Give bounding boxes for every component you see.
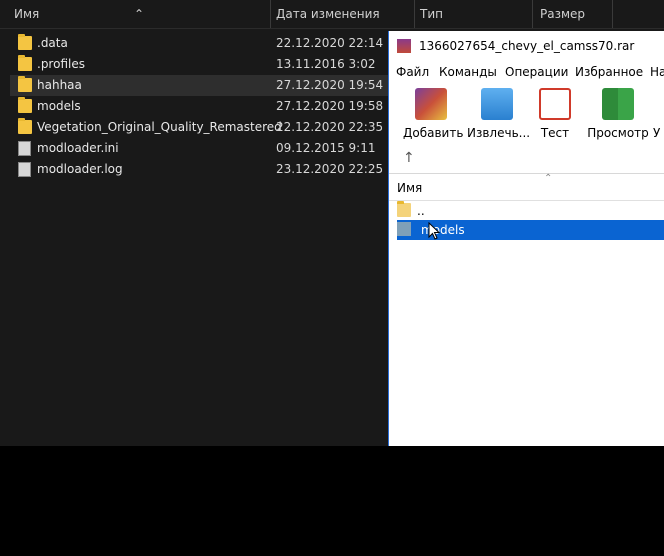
folder-icon bbox=[18, 97, 32, 113]
file-date: 13.11.2016 3:02 bbox=[276, 57, 376, 71]
menu-bar: Файл Команды Операции Избранное На bbox=[389, 62, 664, 82]
menu-file[interactable]: Файл bbox=[396, 65, 429, 79]
settings-file-icon bbox=[18, 141, 31, 156]
extract-button[interactable]: Извлечь... bbox=[467, 88, 531, 142]
folder-icon bbox=[397, 222, 411, 236]
test-label: Тест bbox=[540, 126, 570, 140]
item-name: .. bbox=[417, 204, 425, 218]
delete-button[interactable]: У bbox=[653, 88, 664, 142]
add-button[interactable]: Добавить bbox=[403, 88, 464, 142]
column-header-bar: Имя ⌃ Дата изменения Тип Размер bbox=[0, 0, 664, 29]
menu-commands[interactable]: Команды bbox=[439, 65, 497, 79]
navigation-bar: ↑ bbox=[389, 145, 664, 174]
delete-label: У bbox=[653, 126, 661, 140]
view-button[interactable]: Просмотр bbox=[587, 88, 649, 142]
menu-favorites[interactable]: Избранное bbox=[575, 65, 643, 79]
column-separator[interactable] bbox=[414, 0, 415, 28]
column-separator[interactable] bbox=[532, 0, 533, 28]
file-date: 09.12.2015 9:11 bbox=[276, 141, 376, 155]
list-item-parent[interactable]: .. bbox=[397, 201, 664, 221]
folder-icon bbox=[18, 34, 32, 50]
toolbar: Добавить Извлечь... Тест Просмотр У bbox=[389, 84, 664, 142]
file-name: modloader.log bbox=[37, 162, 123, 176]
file-row-models[interactable]: models 27.12.2020 19:58 bbox=[10, 96, 390, 117]
winrar-app-icon bbox=[397, 39, 411, 53]
file-date: 22.12.2020 22:35 bbox=[276, 120, 384, 134]
test-button[interactable]: Тест bbox=[533, 88, 577, 142]
view-book-icon bbox=[602, 88, 634, 120]
file-name: .profiles bbox=[37, 57, 85, 71]
column-name[interactable]: Имя bbox=[397, 181, 422, 195]
list-header: Имя ⌃ bbox=[389, 173, 664, 201]
file-row-modloader-log[interactable]: modloader.log 23.12.2020 22:25 bbox=[10, 159, 390, 180]
extract-label: Извлечь... bbox=[467, 126, 531, 140]
column-name[interactable]: Имя bbox=[14, 7, 39, 21]
title-bar[interactable]: 1366027654_chevy_el_camss70.rar bbox=[389, 31, 664, 61]
folder-icon bbox=[18, 118, 32, 134]
file-name: Vegetation_Original_Quality_Remastered bbox=[37, 120, 282, 134]
add-label: Добавить bbox=[403, 126, 464, 140]
file-row-data[interactable]: .data 22.12.2020 22:14 bbox=[10, 33, 390, 54]
file-name: models bbox=[37, 99, 81, 113]
mouse-cursor-icon bbox=[428, 222, 441, 240]
menu-more[interactable]: На bbox=[650, 65, 664, 79]
folder-icon bbox=[18, 76, 32, 92]
column-date[interactable]: Дата изменения bbox=[276, 7, 380, 21]
file-row-modloader-ini[interactable]: modloader.ini 09.12.2015 9:11 bbox=[10, 138, 390, 159]
empty-area bbox=[0, 446, 664, 556]
file-name: modloader.ini bbox=[37, 141, 119, 155]
view-label: Просмотр bbox=[587, 126, 649, 140]
file-date: 22.12.2020 22:14 bbox=[276, 36, 384, 50]
folder-icon bbox=[18, 55, 32, 71]
column-size[interactable]: Размер bbox=[540, 7, 585, 21]
file-row-vegetation[interactable]: Vegetation_Original_Quality_Remastered 2… bbox=[10, 117, 390, 138]
window-title: 1366027654_chevy_el_camss70.rar bbox=[419, 39, 635, 53]
file-name: hahhaa bbox=[37, 78, 82, 92]
folder-icon bbox=[397, 201, 411, 217]
file-row-profiles[interactable]: .profiles 13.11.2016 3:02 bbox=[10, 54, 390, 75]
up-arrow-icon[interactable]: ↑ bbox=[403, 150, 415, 166]
file-name: .data bbox=[37, 36, 68, 50]
add-archive-icon bbox=[415, 88, 447, 120]
text-file-icon bbox=[18, 162, 31, 177]
sort-up-icon: ⌃ bbox=[544, 173, 553, 184]
menu-operations[interactable]: Операции bbox=[505, 65, 568, 79]
file-date: 27.12.2020 19:58 bbox=[276, 99, 384, 113]
file-row-hahhaa[interactable]: hahhaa 27.12.2020 19:54 bbox=[10, 75, 390, 96]
column-type[interactable]: Тип bbox=[420, 7, 443, 21]
file-date: 23.12.2020 22:25 bbox=[276, 162, 384, 176]
extract-folder-icon bbox=[481, 88, 513, 120]
test-clipboard-icon bbox=[539, 88, 571, 120]
file-date: 27.12.2020 19:54 bbox=[276, 78, 384, 92]
column-separator[interactable] bbox=[270, 0, 271, 28]
sort-up-icon: ⌃ bbox=[134, 7, 145, 21]
column-separator[interactable] bbox=[612, 0, 613, 28]
